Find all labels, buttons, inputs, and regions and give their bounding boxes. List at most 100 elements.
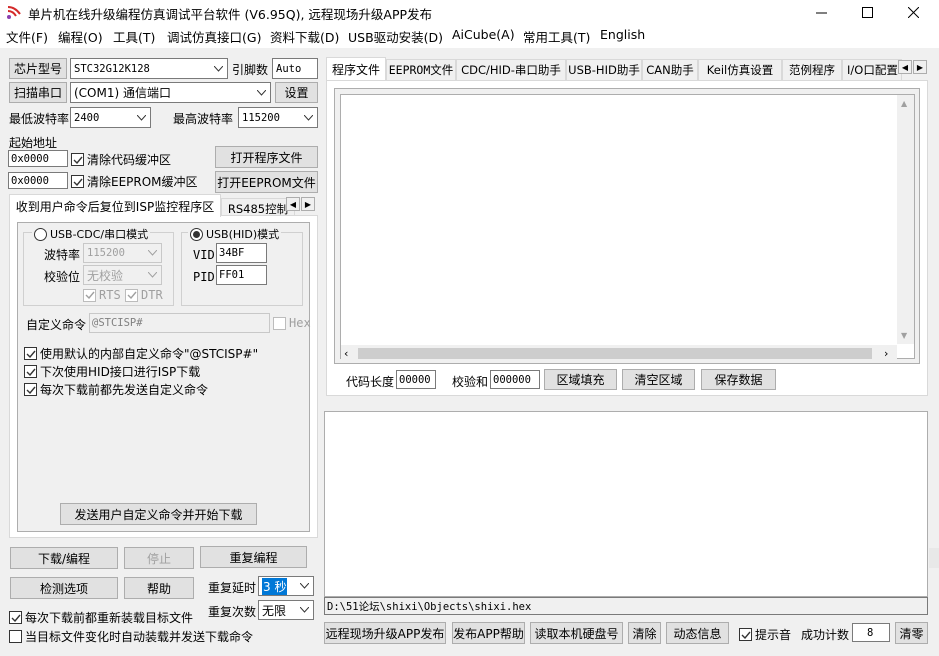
menu-usb-driver[interactable]: USB驱动安装(D) <box>348 27 443 46</box>
hex-checkbox[interactable]: Hex <box>273 316 311 330</box>
chevron-down-icon <box>210 59 227 78</box>
pid-input[interactable]: FF01 <box>216 265 267 285</box>
clear-area-button[interactable]: 清空区域 <box>622 369 695 390</box>
clear-eeprom-checkbox[interactable]: 清除EEPROM缓冲区 <box>71 173 198 190</box>
reload-checkbox[interactable]: 每次下载前都重新装载目标文件 <box>9 609 193 626</box>
chip-type-button[interactable]: 芯片型号 <box>9 58 67 79</box>
arrow-left-icon[interactable]: ◀ <box>286 197 300 211</box>
log-output[interactable] <box>324 411 928 597</box>
chevron-down-icon <box>300 108 317 127</box>
check-options-button[interactable]: 检测选项 <box>10 577 118 599</box>
menu-program[interactable]: 编程(O) <box>58 27 103 46</box>
tab-io-config[interactable]: I/O口配置 <box>842 59 902 80</box>
remote-upgrade-button[interactable]: 远程现场升级APP发布 <box>324 622 446 644</box>
tab-usb-hid[interactable]: USB-HID助手 <box>566 59 642 80</box>
arrow-right-icon[interactable]: ▶ <box>913 60 927 74</box>
scroll-left-icon[interactable]: ‹ <box>344 347 348 360</box>
send-before-label: 每次下载前都先发送自定义命令 <box>40 383 209 397</box>
chip-type-select[interactable]: STC32G12K128 <box>70 58 228 79</box>
open-eeprom-button[interactable]: 打开EEPROM文件 <box>215 171 318 193</box>
chevron-down-icon <box>133 108 150 127</box>
tab-examples[interactable]: 范例程序 <box>782 59 842 80</box>
max-baud-select[interactable]: 115200 <box>238 107 318 128</box>
custom-cmd-label: 自定义命令 <box>26 318 87 332</box>
horizontal-scrollbar[interactable]: ‹ › <box>341 345 897 362</box>
arrow-right-icon[interactable]: ▶ <box>301 197 315 211</box>
baud-value: 115200 <box>87 247 125 259</box>
use-default-cmd-checkbox[interactable]: 使用默认的内部自定义命令"@STCISP#" <box>24 345 258 362</box>
usb-cdc-radio[interactable]: USB-CDC/串口模式 <box>32 226 151 242</box>
prompt-sound-checkbox[interactable]: 提示音 <box>739 626 791 643</box>
parity-value: 无校验 <box>87 268 124 283</box>
checksum-label: 校验和 <box>452 375 489 389</box>
code-addr-input[interactable]: 0x0000 <box>8 150 68 167</box>
scroll-right-icon[interactable]: › <box>884 347 888 360</box>
dynamic-info-button[interactable]: 动态信息 <box>666 622 729 644</box>
reprogram-button[interactable]: 重复编程 <box>200 546 307 568</box>
menu-tools[interactable]: 工具(T) <box>113 27 155 46</box>
open-program-button[interactable]: 打开程序文件 <box>215 146 318 168</box>
auto-send-checkbox[interactable]: 当目标文件变化时自动装载并发送下载命令 <box>9 628 253 645</box>
repeat-delay-label: 重复延时 <box>208 581 257 595</box>
menu-common-tools[interactable]: 常用工具(T) <box>523 27 590 46</box>
baud-select[interactable]: 115200 <box>83 243 162 263</box>
download-button[interactable]: 下载/编程 <box>10 547 118 569</box>
fill-area-button[interactable]: 区域填充 <box>544 369 617 390</box>
chip-type-value: STC32G12K128 <box>74 62 150 75</box>
repeat-delay-select[interactable]: 3 秒 <box>258 576 314 596</box>
eeprom-addr-input[interactable]: 0x0000 <box>8 172 68 189</box>
settings-button[interactable]: 设置 <box>275 82 318 103</box>
code-len-input: 00000 <box>396 370 436 389</box>
reset-count-button[interactable]: 清零 <box>895 622 928 644</box>
help-button[interactable]: 帮助 <box>124 577 194 599</box>
dtr-checkbox[interactable]: DTR <box>125 288 163 302</box>
send-before-checkbox[interactable]: 每次下载前都先发送自定义命令 <box>24 381 208 398</box>
clear-code-checkbox[interactable]: 清除代码缓冲区 <box>71 151 171 168</box>
scan-port-button[interactable]: 扫描串口 <box>9 82 67 103</box>
repeat-count-value: 无限 <box>262 603 287 618</box>
menu-english[interactable]: English <box>600 27 645 42</box>
tab-cdc-hid-serial[interactable]: CDC/HID-串口助手 <box>456 59 566 80</box>
scroll-up-icon[interactable]: ▲ <box>901 99 907 108</box>
arrow-left-icon[interactable]: ◀ <box>898 60 912 74</box>
next-hid-checkbox[interactable]: 下次使用HID接口进行ISP下载 <box>24 363 200 380</box>
parity-select[interactable]: 无校验 <box>83 265 162 285</box>
tab-program-file[interactable]: 程序文件 <box>326 57 386 80</box>
port-select[interactable]: (COM1) 通信端口 <box>70 82 271 103</box>
save-data-button[interactable]: 保存数据 <box>701 369 776 390</box>
menu-file[interactable]: 文件(F) <box>6 27 48 46</box>
stop-button[interactable]: 停止 <box>124 547 194 569</box>
send-and-download-button[interactable]: 发送用户自定义命令并开始下载 <box>60 503 257 525</box>
menu-debug[interactable]: 调试仿真接口(G) <box>167 27 261 46</box>
clear-log-button[interactable]: 清除 <box>628 622 661 644</box>
vid-input[interactable]: 34BF <box>216 243 267 263</box>
read-disk-button[interactable]: 读取本机硬盘号 <box>530 622 623 644</box>
usb-hid-radio[interactable]: USB(HID)模式 <box>188 226 282 242</box>
scroll-thumb[interactable] <box>358 348 872 359</box>
dtr-label: DTR <box>141 288 163 302</box>
chevron-down-icon <box>296 577 313 595</box>
maximize-button[interactable] <box>844 0 890 24</box>
min-baud-select[interactable]: 2400 <box>70 107 151 128</box>
pins-select[interactable]: Auto <box>272 58 318 79</box>
hex-editor-view[interactable] <box>340 94 915 359</box>
close-button[interactable] <box>890 0 936 24</box>
minimize-button[interactable] <box>798 0 844 24</box>
repeat-count-select[interactable]: 无限 <box>258 600 314 620</box>
vertical-scrollbar[interactable]: ▲ ▼ <box>897 95 914 344</box>
scroll-down-icon[interactable]: ▼ <box>901 331 907 340</box>
publish-help-button[interactable]: 发布APP帮助 <box>452 622 525 644</box>
tab-can[interactable]: CAN助手 <box>642 59 698 80</box>
tab-isp-reset[interactable]: 收到用户命令后复位到ISP监控程序区 <box>9 194 221 217</box>
rts-checkbox[interactable]: RTS <box>83 288 121 302</box>
check-icon <box>9 611 22 624</box>
custom-cmd-input[interactable]: @STCISP# <box>89 313 270 333</box>
menu-aicube[interactable]: AiCube(A) <box>452 27 515 42</box>
pins-value: Auto <box>276 62 302 75</box>
menu-download-docs[interactable]: 资料下载(D) <box>270 27 339 46</box>
check-icon <box>24 347 37 360</box>
chevron-down-icon <box>296 601 313 619</box>
tab-eeprom-file[interactable]: EEPROM文件 <box>386 59 456 80</box>
repeat-count-label: 重复次数 <box>208 605 257 619</box>
tab-keil-sim[interactable]: Keil仿真设置 <box>698 59 782 80</box>
